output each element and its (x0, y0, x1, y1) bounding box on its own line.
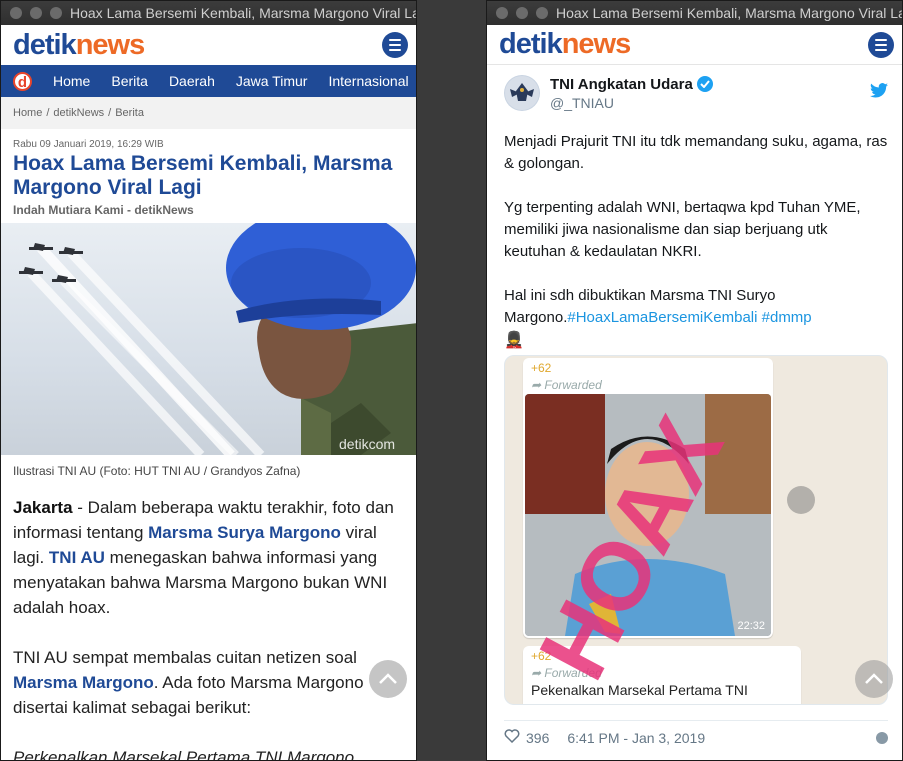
left-browser-window: Hoax Lama Bersemi Kembali, Marsma Margon… (0, 0, 417, 761)
tweet-paragraph-3: Hal ini sdh dibuktikan Marsma TNI Suryo … (504, 287, 812, 326)
info-icon[interactable] (876, 731, 888, 744)
tweet-paragraph-2: Yg terpenting adalah WNI, bertaqwa kpd T… (504, 199, 861, 260)
article-title: Hoax Lama Bersemi Kembali, Marsma Margon… (13, 152, 393, 199)
tni-au-emblem-icon (505, 76, 539, 110)
link-tni-au[interactable]: TNI AU (49, 548, 105, 567)
detiknews-logo[interactable]: detiknews (13, 30, 145, 60)
window-title: Hoax Lama Bersemi Kembali, Marsma Margon… (556, 5, 902, 21)
hashtag-links[interactable]: #HoaxLamaBersemiKembali #dmmp (567, 309, 811, 326)
paragraph-2: TNI AU sempat membalas cuitan netizen so… (13, 648, 364, 717)
article-body: Jakarta - Dalam beberapa waktu terakhir,… (1, 478, 416, 761)
article-date: Rabu 09 Januari 2019, 16:29 WIB (13, 139, 164, 150)
heart-icon (504, 729, 520, 744)
title-bar: Hoax Lama Bersemi Kembali, Marsma Margon… (487, 1, 902, 25)
breadcrumb-home[interactable]: Home (13, 107, 42, 119)
article-photo: detikcom (1, 223, 416, 455)
nav-internasional[interactable]: Internasional (328, 73, 408, 89)
scroll-to-top-button[interactable] (369, 660, 407, 698)
article-author: Indah Mutiara Kami - detikNews (13, 203, 194, 217)
nav-home[interactable]: Home (53, 73, 90, 89)
close-window-button[interactable] (496, 7, 508, 19)
link-marsma-margono[interactable]: Marsma Margono (13, 673, 154, 692)
zoom-window-button[interactable] (536, 7, 548, 19)
breadcrumb: Home / detikNews / Berita (1, 97, 416, 129)
minimize-window-button[interactable] (30, 7, 42, 19)
verified-badge-icon (696, 76, 713, 92)
site-header: detiknews (1, 25, 416, 65)
like-count: 396 (526, 729, 550, 746)
photo-caption: Ilustrasi TNI AU (Foto: HUT TNI AU / Gra… (13, 464, 301, 478)
tweet-media-image[interactable]: +62 ➦ Forwarded 22:32 +62 ➦ Forwarded Pe… (504, 355, 888, 705)
paragraph-1: Jakarta - Dalam beberapa waktu terakhir,… (13, 498, 394, 617)
tweet-text: Menjadi Prajurit TNI itu tdk memandang s… (504, 131, 888, 351)
embedded-tweet: TNI Angkatan Udara @_TNIAU Menjadi Praju… (504, 71, 888, 705)
avatar[interactable] (504, 75, 540, 111)
tweet-header: TNI Angkatan Udara @_TNIAU (504, 71, 888, 115)
chevron-up-icon (379, 673, 397, 684)
twitter-bird-icon[interactable] (870, 83, 888, 103)
nav-daerah[interactable]: Daerah (169, 73, 215, 89)
guard-emoji: 💂 (504, 332, 524, 349)
site-header: detiknews (487, 25, 902, 65)
hamburger-menu-button[interactable] (382, 32, 408, 58)
tweet-handle[interactable]: @_TNIAU (550, 95, 713, 111)
detik-d-logo[interactable]: d (13, 71, 32, 91)
zoom-window-button[interactable] (50, 7, 62, 19)
paragraph-3-quote: Perkenalkan Marsekal Pertama TNI Margono (13, 748, 355, 761)
tweet-paragraph-1: Menjadi Prajurit TNI itu tdk memandang s… (504, 133, 888, 172)
breadcrumb-detiknews[interactable]: detikNews (53, 107, 104, 119)
tweet-author-name[interactable]: TNI Angkatan Udara (550, 76, 713, 93)
link-marsma-surya-margono[interactable]: Marsma Surya Margono (148, 523, 341, 542)
hoax-stamp: HOAX (519, 401, 744, 696)
like-button[interactable] (504, 729, 520, 746)
hamburger-menu-button[interactable] (868, 32, 894, 58)
article-header: Rabu 09 Januari 2019, 16:29 WIB Hoax Lam… (1, 129, 416, 217)
tweet-timestamp[interactable]: 6:41 PM - Jan 3, 2019 (567, 730, 705, 746)
photo-illustration: detikcom (19, 223, 416, 455)
detiknews-logo[interactable]: detiknews (499, 30, 631, 59)
tweet-footer: 396 6:41 PM - Jan 3, 2019 (504, 720, 888, 754)
chevron-up-icon (865, 673, 883, 684)
main-nav: d Home Berita Daerah Jawa Timur Internas… (1, 65, 416, 97)
nav-jawa-timur[interactable]: Jawa Timur (236, 73, 308, 89)
nav-berita[interactable]: Berita (111, 73, 148, 89)
breadcrumb-berita[interactable]: Berita (115, 107, 144, 119)
title-bar: Hoax Lama Bersemi Kembali, Marsma Margon… (1, 1, 416, 25)
right-browser-window: Hoax Lama Bersemi Kembali, Marsma Margon… (486, 0, 903, 761)
close-window-button[interactable] (10, 7, 22, 19)
scroll-to-top-button[interactable] (855, 660, 893, 698)
window-title: Hoax Lama Bersemi Kembali, Marsma Margon… (70, 5, 416, 21)
photo-watermark: detikcom (339, 436, 395, 452)
minimize-window-button[interactable] (516, 7, 528, 19)
